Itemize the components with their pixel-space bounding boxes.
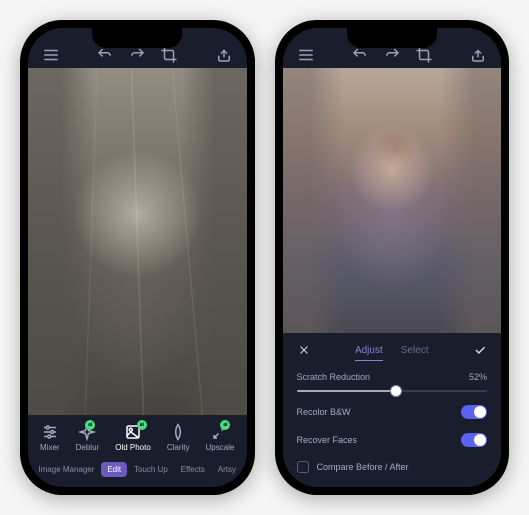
toggle-switch[interactable]: [461, 405, 487, 419]
photo-after: [283, 68, 502, 333]
scratch-reduction-slider: Scratch Reduction 52%: [297, 372, 488, 392]
compare-checkbox-row: Compare Before / After: [297, 454, 488, 475]
redo-icon[interactable]: [128, 46, 146, 64]
tool-deblur[interactable]: ai Deblur: [76, 423, 100, 452]
topbar: [28, 28, 247, 68]
tab-artsy[interactable]: Artsy: [212, 462, 242, 477]
tool-label: Clarity: [167, 443, 190, 452]
phone-left: Mixer ai Deblur ai Old Photo Clarity ai …: [20, 20, 255, 495]
tool-label: Deblur: [76, 443, 100, 452]
tool-mixer[interactable]: Mixer: [40, 423, 60, 452]
phone-right: Adjust Select Scratch Reduction 52%: [275, 20, 510, 495]
undo-icon[interactable]: [351, 46, 369, 64]
tool-label: Upscale: [206, 443, 235, 452]
slider-thumb[interactable]: [390, 385, 402, 397]
tool-clarity[interactable]: Clarity: [167, 423, 190, 452]
panel-tabs: Adjust Select: [355, 345, 429, 361]
slider-value: 52%: [469, 372, 487, 382]
slider-label: Scratch Reduction: [297, 372, 371, 382]
compare-checkbox[interactable]: [297, 461, 309, 473]
menu-icon[interactable]: [297, 46, 315, 64]
tab-touch-up[interactable]: Touch Up: [128, 462, 174, 477]
adjust-panel: Adjust Select Scratch Reduction 52%: [283, 333, 502, 487]
tab-image-manager[interactable]: Image Manager: [32, 462, 100, 477]
slider-track[interactable]: [297, 390, 488, 392]
close-icon[interactable]: [297, 343, 311, 362]
toggle-switch[interactable]: [461, 433, 487, 447]
screen-left: Mixer ai Deblur ai Old Photo Clarity ai …: [28, 28, 247, 487]
tool-label: Old Photo: [115, 443, 151, 452]
crop-icon[interactable]: [415, 46, 433, 64]
bottom-tabs: Image Manager Edit Touch Up Effects Arts…: [28, 456, 247, 487]
undo-icon[interactable]: [96, 46, 114, 64]
screen-right: Adjust Select Scratch Reduction 52%: [283, 28, 502, 487]
ai-badge-icon: ai: [137, 420, 147, 430]
check-icon[interactable]: [473, 343, 487, 362]
toggle-recover-faces: Recover Faces: [297, 426, 488, 454]
panel-tab-select[interactable]: Select: [401, 345, 429, 361]
checkbox-label: Compare Before / After: [317, 462, 409, 472]
toggle-label: Recolor B&W: [297, 407, 351, 417]
tab-effects[interactable]: Effects: [175, 462, 211, 477]
share-icon[interactable]: [469, 46, 487, 64]
tool-upscale[interactable]: ai Upscale: [206, 423, 235, 452]
toggle-recolor-bw: Recolor B&W: [297, 398, 488, 426]
tool-old-photo[interactable]: ai Old Photo: [115, 423, 151, 452]
menu-icon[interactable]: [42, 46, 60, 64]
tool-label: Mixer: [40, 443, 60, 452]
crop-icon[interactable]: [160, 46, 178, 64]
share-icon[interactable]: [215, 46, 233, 64]
photo-before: [28, 68, 247, 415]
redo-icon[interactable]: [383, 46, 401, 64]
tab-edit[interactable]: Edit: [101, 462, 127, 477]
toggle-label: Recover Faces: [297, 435, 358, 445]
panel-tab-adjust[interactable]: Adjust: [355, 345, 383, 361]
tool-row: Mixer ai Deblur ai Old Photo Clarity ai …: [28, 415, 247, 456]
topbar: [283, 28, 502, 68]
